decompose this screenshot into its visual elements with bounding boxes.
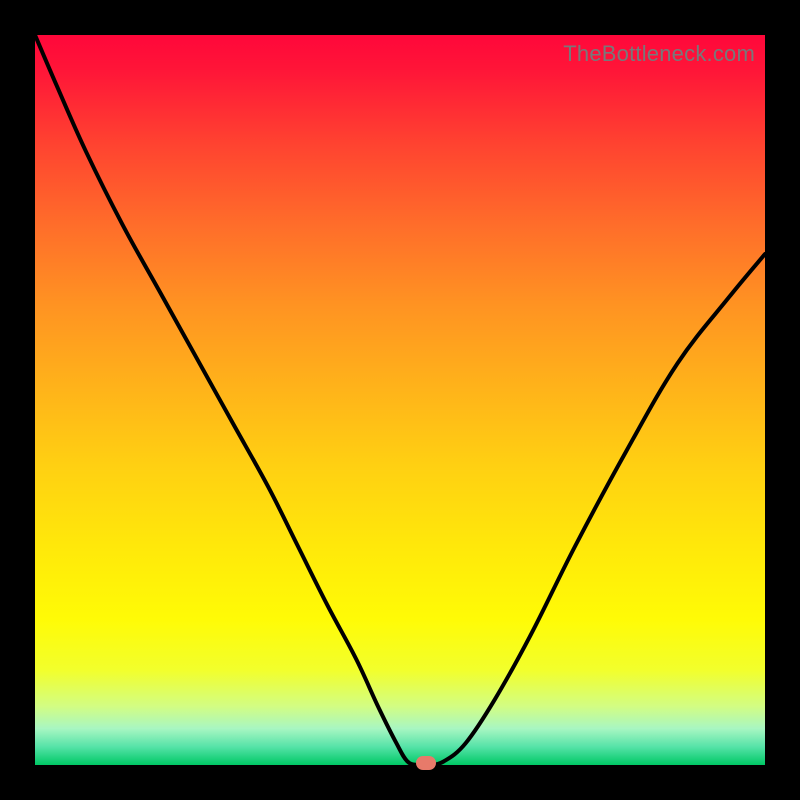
plot-area: TheBottleneck.com [35,35,765,765]
optimal-point-marker [416,756,436,770]
chart-frame: TheBottleneck.com [0,0,800,800]
bottleneck-curve [35,35,765,765]
